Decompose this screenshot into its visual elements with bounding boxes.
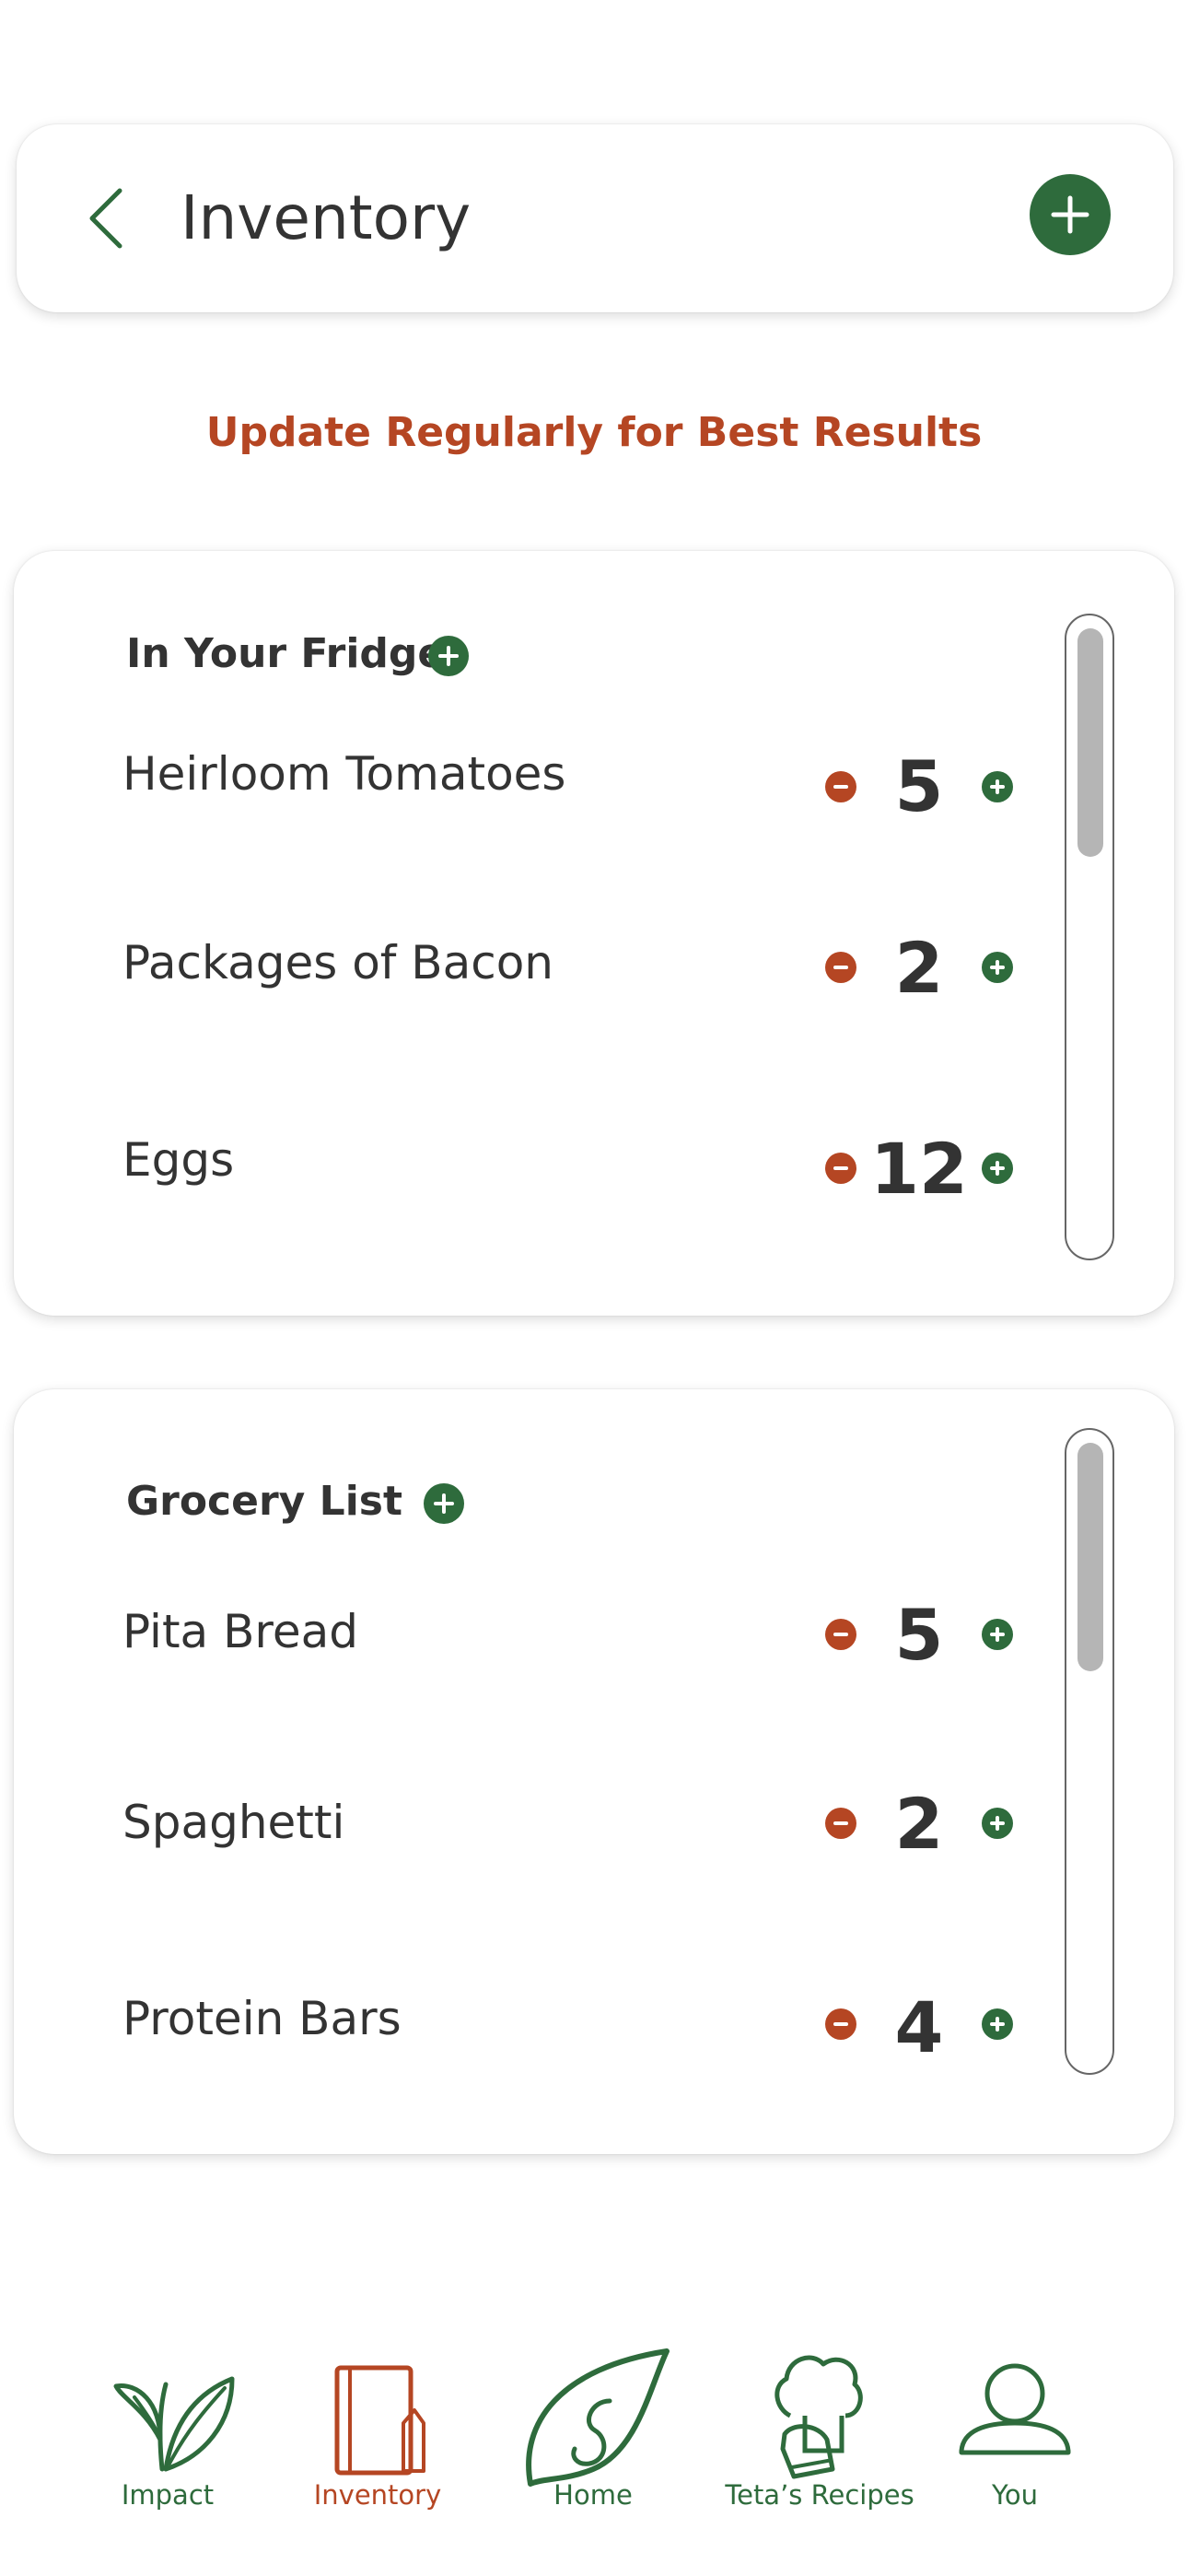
fridge-scrollbar[interactable] <box>1065 614 1114 1260</box>
plus-icon <box>990 779 1005 794</box>
item-name: Eggs <box>122 1133 235 1187</box>
back-button[interactable] <box>79 181 134 255</box>
nav-item-inventory[interactable]: Inventory <box>267 2331 488 2534</box>
plus-icon <box>990 960 1005 975</box>
item-name: Pita Bread <box>122 1605 358 1658</box>
grocery-title: Grocery List <box>126 1478 403 1525</box>
add-item-button[interactable] <box>1030 174 1111 255</box>
quantity-value: 4 <box>894 1986 944 2068</box>
inventory-screen: Inventory Update Regularly for Best Resu… <box>0 0 1188 2576</box>
grocery-card: Grocery List Pita Bread 5 Spaghetti 2 Pr… <box>14 1389 1174 2154</box>
list-item: Eggs 12 <box>14 1128 1073 1211</box>
plus-icon <box>990 1816 1005 1831</box>
leaf-icon <box>526 2348 670 2487</box>
header-bar: Inventory <box>17 124 1173 312</box>
minus-icon <box>833 966 848 969</box>
list-item: Protein Bars 4 <box>14 1986 1073 2069</box>
plus-icon <box>438 646 459 666</box>
grocery-add-button[interactable] <box>424 1483 464 1524</box>
nav-item-you[interactable]: You <box>904 2331 1125 2534</box>
nav-label: Home <box>553 2479 633 2511</box>
increment-button[interactable] <box>982 771 1013 802</box>
decrement-button[interactable] <box>825 952 856 983</box>
nav-item-impact[interactable]: Impact <box>57 2331 278 2534</box>
increment-button[interactable] <box>982 1153 1013 1184</box>
decrement-button[interactable] <box>825 1808 856 1839</box>
item-name: Heirloom Tomatoes <box>122 747 566 801</box>
item-name: Protein Bars <box>122 1992 402 2045</box>
grocery-scrollbar[interactable] <box>1065 1428 1114 2075</box>
minus-icon <box>833 1633 848 1636</box>
quantity-value: 5 <box>894 1594 944 1676</box>
nav-label: You <box>992 2479 1038 2511</box>
update-reminder: Update Regularly for Best Results <box>205 409 983 456</box>
list-item: Pita Bread 5 <box>14 1594 1073 1682</box>
plus-icon <box>990 2017 1005 2032</box>
decrement-button[interactable] <box>825 771 856 802</box>
chef-oven-mitt-icon <box>775 2355 863 2479</box>
increment-button[interactable] <box>982 2008 1013 2040</box>
decrement-button[interactable] <box>825 1619 856 1650</box>
decrement-button[interactable] <box>825 2008 856 2040</box>
page-title: Inventory <box>181 182 472 253</box>
increment-button[interactable] <box>982 952 1013 983</box>
fridge-add-button[interactable] <box>428 636 469 676</box>
plus-icon <box>990 1627 1005 1642</box>
item-name: Spaghetti <box>122 1796 345 1849</box>
item-name: Packages of Bacon <box>122 936 553 989</box>
fridge-title: In Your Fridge <box>126 630 446 677</box>
increment-button[interactable] <box>982 1619 1013 1650</box>
minus-icon <box>833 1821 848 1825</box>
fridge-card: In Your Fridge Heirloom Tomatoes 5 Packa… <box>14 551 1174 1316</box>
person-icon <box>959 2363 1071 2455</box>
scrollbar-thumb[interactable] <box>1077 1443 1103 1671</box>
quantity-value: 12 <box>870 1128 968 1210</box>
nav-label: Impact <box>121 2479 215 2511</box>
nav-label: Inventory <box>313 2479 442 2511</box>
plus-icon <box>1051 195 1089 234</box>
nav-item-home[interactable]: Home <box>483 2331 704 2534</box>
list-item: Packages of Bacon 2 <box>14 927 1073 1013</box>
nav-item-tetas-recipes[interactable]: Teta’s Recipes <box>709 2331 930 2534</box>
quantity-value: 5 <box>894 745 944 827</box>
sprout-icon <box>113 2376 235 2472</box>
list-item: Spaghetti 2 <box>14 1783 1073 1873</box>
notebook-icon <box>334 2365 425 2476</box>
scrollbar-thumb[interactable] <box>1077 628 1103 857</box>
plus-icon <box>434 1493 454 1514</box>
nav-label: Teta’s Recipes <box>725 2479 914 2511</box>
list-item: Heirloom Tomatoes 5 <box>14 742 1073 827</box>
chevron-left-icon <box>89 188 122 249</box>
quantity-value: 2 <box>894 1783 944 1865</box>
minus-icon <box>833 785 848 789</box>
plus-icon <box>990 1161 1005 1176</box>
quantity-value: 2 <box>894 927 944 1009</box>
increment-button[interactable] <box>982 1808 1013 1839</box>
minus-icon <box>833 1166 848 1170</box>
decrement-button[interactable] <box>825 1153 856 1184</box>
minus-icon <box>833 2022 848 2026</box>
